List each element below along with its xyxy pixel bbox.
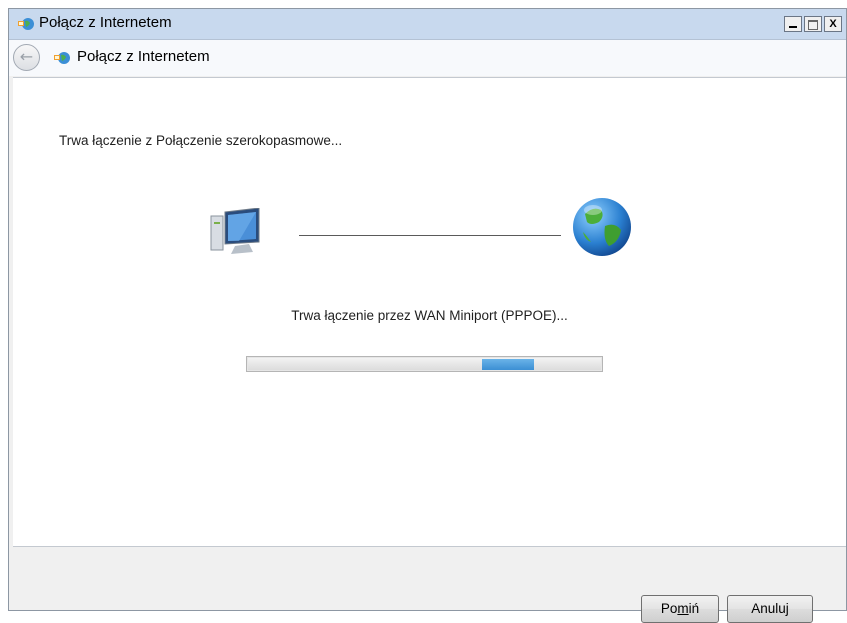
progress-chunk	[482, 359, 535, 370]
skip-label-prefix: Po	[660, 601, 678, 616]
computer-icon	[210, 208, 260, 254]
connecting-heading: Trwa łączenie z Połączenie szerokopasmow…	[59, 133, 343, 148]
network-globe-icon	[18, 18, 34, 30]
cancel-button[interactable]: Anuluj	[727, 595, 813, 623]
page-title: Połącz z Internetem	[77, 48, 210, 65]
minimize-button[interactable]	[784, 16, 802, 32]
maximize-button[interactable]	[804, 16, 822, 32]
close-button[interactable]: X	[824, 16, 842, 32]
status-text: Trwa łączenie przez WAN Miniport (PPPOE)…	[291, 308, 568, 323]
back-button[interactable]: ←	[13, 44, 40, 71]
minimize-icon	[789, 26, 797, 28]
dialog-window: Połącz z Internetem X ← Połącz z Interne…	[8, 8, 847, 623]
skip-button[interactable]: Pomiń	[641, 595, 719, 623]
connection-line	[299, 235, 561, 236]
network-globe-icon	[54, 52, 70, 64]
globe-icon	[573, 198, 631, 256]
nav-bar: ← Połącz z Internetem	[9, 40, 846, 76]
content-area: Trwa łączenie z Połączenie szerokopasmow…	[13, 77, 846, 547]
progress-bar	[246, 356, 603, 372]
skip-label-mnemonic: m	[677, 601, 689, 616]
button-bar: Pomiń Anuluj	[9, 547, 846, 623]
back-arrow-icon: ←	[19, 47, 34, 66]
maximize-icon	[808, 20, 818, 30]
title-bar[interactable]: Połącz z Internetem X	[9, 9, 846, 40]
skip-label-suffix: iń	[688, 601, 700, 616]
window-title: Połącz z Internetem	[39, 14, 172, 31]
progress-track	[248, 358, 601, 370]
